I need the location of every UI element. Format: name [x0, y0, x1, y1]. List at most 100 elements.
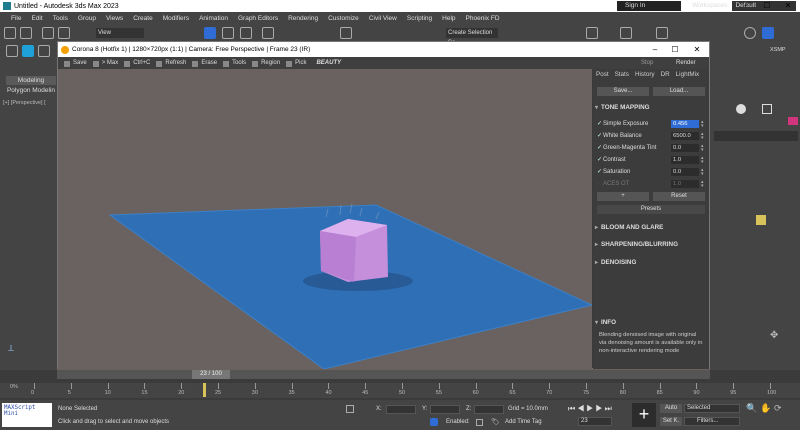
- selection-set-dropdown[interactable]: Create Selection Se: [446, 28, 498, 46]
- asset-icon[interactable]: [38, 45, 50, 57]
- home-icon[interactable]: [762, 27, 774, 39]
- rw-close-icon[interactable]: ✕: [688, 42, 706, 57]
- render-image[interactable]: [58, 69, 592, 369]
- orbit-icon[interactable]: ⟳: [774, 403, 782, 414]
- section-sharpening[interactable]: SHARPENING/BLURRING: [595, 240, 707, 250]
- contrast-checkbox[interactable]: ✓: [597, 157, 602, 163]
- add-time-tag[interactable]: Add Time Tag: [505, 419, 542, 425]
- menu-graph-editors[interactable]: Graph Editors: [233, 15, 283, 22]
- redo-icon[interactable]: [20, 27, 32, 39]
- aces-checkbox[interactable]: ·: [597, 181, 599, 187]
- pan-icon[interactable]: ✋: [760, 403, 771, 414]
- save-preset-button[interactable]: Save...: [597, 87, 649, 96]
- tab-dr[interactable]: DR: [661, 71, 670, 78]
- tint-input[interactable]: 0.0: [671, 144, 699, 152]
- rw-save-button[interactable]: Save: [64, 60, 87, 67]
- material-editor-icon[interactable]: [620, 27, 632, 39]
- menu-scripting[interactable]: Scripting: [402, 15, 437, 22]
- white-balance-checkbox[interactable]: ✓: [597, 133, 602, 139]
- contrast-input[interactable]: 1.0: [671, 156, 699, 164]
- time-slider[interactable]: 23 / 100: [57, 370, 710, 379]
- render-channel-dropdown[interactable]: BEAUTY: [316, 60, 341, 66]
- aces-input[interactable]: 1.0: [671, 180, 699, 188]
- menu-edit[interactable]: Edit: [26, 15, 47, 22]
- rw-to-max-button[interactable]: > Max: [92, 60, 118, 67]
- menu-phoenix-fd[interactable]: Phoenix FD: [461, 15, 505, 22]
- section-info[interactable]: INFO: [595, 318, 707, 328]
- mirror-icon[interactable]: [340, 27, 352, 39]
- close-icon[interactable]: ✕: [778, 0, 798, 12]
- y-coordinate-field[interactable]: [430, 405, 460, 414]
- simple-exposure-checkbox[interactable]: ✓: [597, 121, 602, 127]
- tint-spinner-icon[interactable]: ▴ ▾: [701, 144, 704, 153]
- rw-region-button[interactable]: Region: [252, 60, 280, 67]
- current-frame-marker[interactable]: [203, 383, 207, 397]
- add-key-icon[interactable]: +: [632, 403, 656, 427]
- modifier-list[interactable]: [714, 131, 798, 141]
- menu-modifiers[interactable]: Modifiers: [158, 15, 194, 22]
- time-tag-icon[interactable]: 🏷: [491, 418, 500, 426]
- unlink-icon[interactable]: [58, 27, 70, 39]
- modeling-tab[interactable]: Modeling: [6, 76, 56, 85]
- edit-icon[interactable]: [756, 215, 766, 225]
- stop-button[interactable]: Stop: [641, 60, 653, 66]
- section-bloom-glare[interactable]: BLOOM AND GLARE: [595, 223, 707, 233]
- rw-pick-button[interactable]: Pick: [286, 60, 306, 67]
- rw-refresh-button[interactable]: Refresh: [156, 60, 186, 67]
- rotate-icon[interactable]: [222, 27, 234, 39]
- enabled-checkbox[interactable]: [476, 419, 483, 426]
- maximize-icon[interactable]: ☐: [757, 0, 777, 12]
- scene-explorer-icon[interactable]: [6, 45, 18, 57]
- utilities-icon[interactable]: [762, 104, 772, 114]
- link-icon[interactable]: [42, 27, 54, 39]
- white-balance-spinner-icon[interactable]: ▴ ▾: [701, 132, 704, 141]
- set-key-button[interactable]: Set K.: [660, 417, 682, 426]
- add-operator-button[interactable]: +: [597, 192, 649, 201]
- tab-stats[interactable]: Stats: [615, 71, 629, 78]
- saturation-spinner-icon[interactable]: ▴ ▾: [701, 168, 704, 177]
- viewport-label[interactable]: [+] [Perspective] [: [3, 100, 46, 106]
- menu-file[interactable]: File: [6, 15, 26, 22]
- tab-post[interactable]: Post: [596, 71, 609, 78]
- render-button[interactable]: Render: [676, 60, 696, 66]
- menu-rendering[interactable]: Rendering: [283, 15, 323, 22]
- lock-selection-icon[interactable]: [346, 405, 354, 413]
- view-dropdown[interactable]: View: [96, 28, 144, 38]
- white-balance-input[interactable]: 6500.0: [671, 132, 699, 140]
- saturation-input[interactable]: 0.0: [671, 168, 699, 176]
- key-filter-dropdown[interactable]: Selected: [684, 404, 740, 413]
- move-icon[interactable]: [204, 27, 216, 39]
- z-coordinate-field[interactable]: [474, 405, 504, 414]
- section-tone-mapping[interactable]: TONE MAPPING: [595, 103, 707, 113]
- schematic-icon[interactable]: [586, 27, 598, 39]
- rw-tools-button[interactable]: Tools: [223, 60, 246, 67]
- tab-history[interactable]: History: [635, 71, 655, 78]
- load-preset-button[interactable]: Load...: [653, 87, 705, 96]
- tint-checkbox[interactable]: ✓: [597, 145, 602, 151]
- rw-minimize-icon[interactable]: –: [646, 42, 664, 57]
- menu-animation[interactable]: Animation: [194, 15, 233, 22]
- reset-button[interactable]: Reset: [653, 192, 705, 201]
- time-slider-thumb[interactable]: 23 / 100: [192, 370, 230, 379]
- auto-key-button[interactable]: Auto: [660, 404, 682, 413]
- simple-exposure-input[interactable]: 0.456: [671, 120, 699, 128]
- menu-customize[interactable]: Customize: [323, 15, 364, 22]
- help-icon[interactable]: [744, 27, 756, 39]
- sign-in-button[interactable]: Sign In: [617, 1, 681, 11]
- zoom-icon[interactable]: 🔍: [746, 403, 757, 414]
- simple-exposure-spinner-icon[interactable]: ▴ ▾: [701, 120, 704, 129]
- current-frame-field[interactable]: 23: [578, 417, 612, 426]
- layer-icon[interactable]: [22, 45, 34, 57]
- presets-button[interactable]: Presets: [597, 205, 705, 214]
- menu-create[interactable]: Create: [128, 15, 158, 22]
- minimize-icon[interactable]: –: [737, 0, 757, 12]
- saturation-checkbox[interactable]: ✓: [597, 169, 602, 175]
- x-coordinate-field[interactable]: [386, 405, 416, 414]
- aces-spinner-icon[interactable]: ▴ ▾: [701, 180, 704, 189]
- scale-icon[interactable]: [240, 27, 252, 39]
- filters-button[interactable]: Filters...: [684, 417, 740, 426]
- menu-help[interactable]: Help: [437, 15, 460, 22]
- rw-copy-button[interactable]: Ctrl+C: [124, 60, 150, 67]
- polygon-modeling-label[interactable]: Polygon Modelin: [6, 86, 56, 95]
- color-swatch[interactable]: [788, 117, 798, 125]
